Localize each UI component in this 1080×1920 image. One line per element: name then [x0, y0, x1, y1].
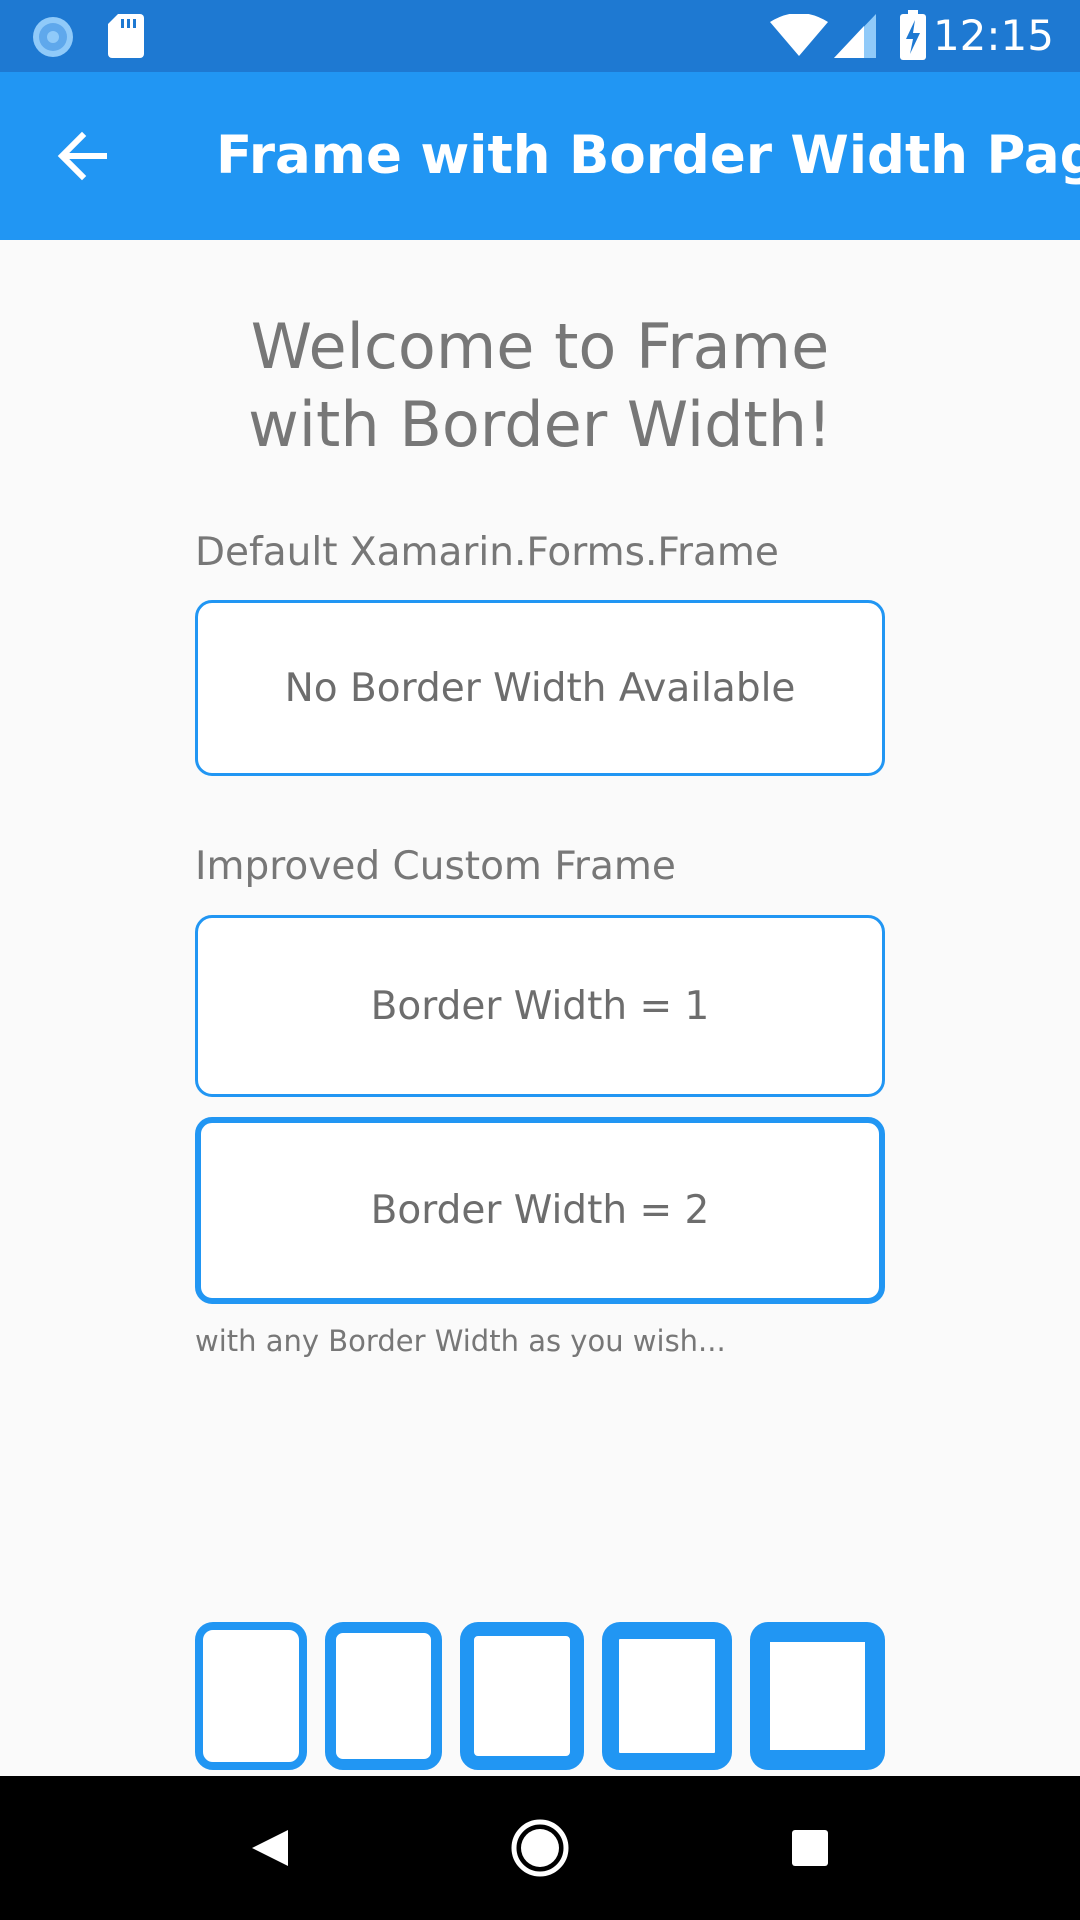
example-frame-3 — [460, 1622, 584, 1770]
example-frame-5 — [750, 1622, 885, 1770]
home-circle-icon — [511, 1819, 569, 1877]
navigation-bar — [0, 1776, 1080, 1920]
example-frame-2 — [325, 1622, 442, 1770]
battery-charging-icon — [900, 10, 926, 60]
status-time: 12:15 — [932, 11, 1054, 60]
page-title: Frame with Border Width Page — [216, 125, 1080, 186]
example-frame-1 — [195, 1622, 307, 1770]
status-bar: 12:15 — [0, 0, 1080, 72]
default-frame: No Border Width Available — [195, 600, 885, 776]
recents-square-icon — [792, 1830, 828, 1866]
wifi-icon — [770, 14, 828, 56]
app-bar: Frame with Border Width Page — [0, 72, 1080, 240]
nav-recents-button[interactable] — [768, 1806, 852, 1890]
custom-frame-label: Improved Custom Frame — [195, 844, 676, 889]
main-content: Welcome to Frame with Border Width! Defa… — [195, 240, 885, 1776]
nav-back-button[interactable] — [228, 1806, 312, 1890]
welcome-heading: Welcome to Frame with Border Width! — [248, 310, 832, 461]
cell-signal-icon — [834, 14, 876, 58]
sync-icon — [33, 17, 73, 57]
custom-frame-width-2: Border Width = 2 — [195, 1117, 885, 1304]
default-frame-text: No Border Width Available — [284, 665, 796, 711]
custom-frame-width-1: Border Width = 1 — [195, 915, 885, 1097]
sd-card-icon — [108, 14, 144, 58]
hint-text: with any Border Width as you wish... — [195, 1324, 726, 1358]
nav-home-button[interactable] — [498, 1806, 582, 1890]
default-frame-label: Default Xamarin.Forms.Frame — [195, 530, 779, 575]
custom-frame-1-text: Border Width = 1 — [370, 983, 710, 1029]
arrow-back-icon — [57, 131, 107, 181]
back-triangle-icon — [252, 1830, 288, 1866]
back-button[interactable] — [40, 114, 124, 198]
example-frame-4 — [602, 1622, 732, 1770]
custom-frame-2-text: Border Width = 2 — [370, 1188, 710, 1233]
